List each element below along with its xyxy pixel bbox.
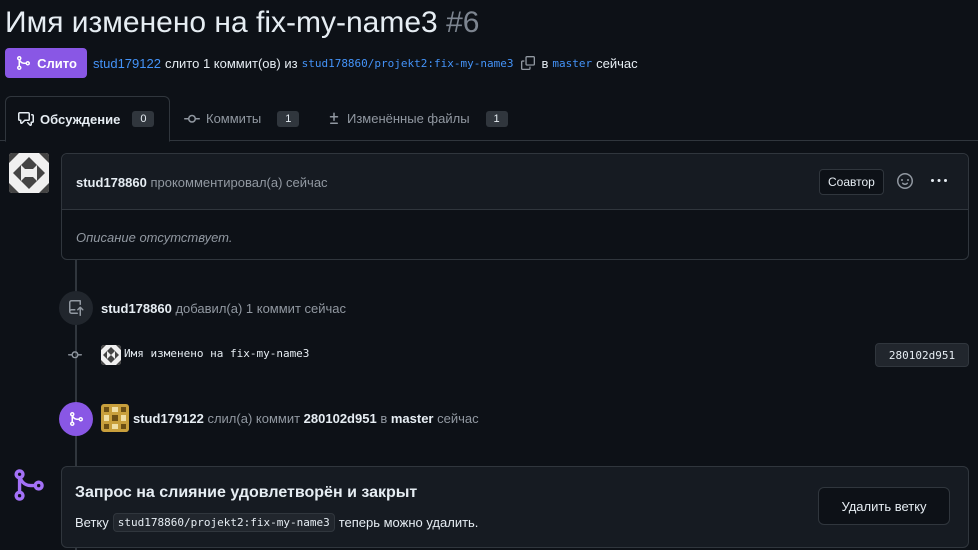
comment-action: прокомментировал(а) сейчас	[150, 175, 328, 190]
head-branch-link[interactable]: stud178860/projekt2:fix-my-name3	[302, 57, 514, 70]
merged-status-badge: Слито	[5, 48, 87, 78]
tab-conversation[interactable]: Обсуждение 0	[5, 96, 170, 142]
merged-description: Ветку stud178860/projekt2:fix-my-name3 т…	[75, 513, 478, 532]
merge-action: слил(а) коммит	[207, 411, 301, 426]
comment-card: stud178860 прокомментировал(а) сейчас Со…	[61, 153, 969, 260]
comment-header: stud178860 прокомментировал(а) сейчас Со…	[62, 154, 968, 210]
comment-author[interactable]: stud178860	[76, 175, 147, 190]
merger-link[interactable]: stud179122	[93, 56, 161, 71]
pr-tabs: Обсуждение 0 Коммиты 1 Изменённые файлы …	[0, 96, 978, 142]
repo-push-icon	[59, 291, 93, 325]
merge-branch[interactable]: master	[391, 411, 434, 426]
git-commit-icon	[68, 351, 82, 359]
avatar[interactable]	[101, 345, 121, 365]
push-action: добавил(а) 1 коммит сейчас	[175, 301, 347, 316]
base-branch-link[interactable]: master	[552, 57, 592, 70]
tab-counter: 1	[485, 110, 508, 127]
push-author[interactable]: stud178860	[101, 301, 172, 316]
git-merge-icon	[14, 469, 44, 501]
merged-text: слито 1 коммит(ов) из	[164, 55, 298, 71]
desc-prefix: Ветку	[75, 515, 109, 530]
avatar[interactable]	[9, 153, 49, 193]
merged-status-box: Запрос на слияние удовлетворён и закрыт …	[61, 466, 969, 548]
git-merge-icon	[59, 402, 93, 436]
commit-sha-button[interactable]: 280102d951	[875, 343, 969, 367]
tab-label: Коммиты	[206, 111, 262, 126]
into-text: в	[541, 55, 549, 71]
comment-author-line: stud178860 прокомментировал(а) сейчас	[76, 175, 328, 190]
merged-title: Запрос на слияние удовлетворён и закрыт	[75, 484, 418, 501]
push-event-text: stud178860 добавил(а) 1 коммит сейчас	[101, 301, 346, 316]
merge-meta-line: stud179122 слито 1 коммит(ов) из stud178…	[93, 55, 638, 71]
copy-icon[interactable]	[520, 55, 536, 71]
commit-message-link[interactable]: Имя изменено на fix-my-name3	[124, 347, 309, 360]
merge-into: в	[380, 411, 388, 426]
pr-title-text: Имя изменено на fix-my-name3	[5, 6, 438, 39]
tab-commits[interactable]: Коммиты 1	[172, 96, 311, 141]
smiley-icon[interactable]	[895, 171, 915, 191]
git-commit-icon	[184, 114, 200, 123]
coauthor-badge: Соавтор	[819, 169, 884, 195]
page-title: Имя изменено на fix-my-name3 #6	[5, 4, 479, 42]
tab-counter: 1	[277, 110, 300, 127]
tab-files-changed[interactable]: Изменённые файлы 1	[315, 96, 520, 141]
tab-counter: 0	[132, 111, 155, 127]
avatar[interactable]	[101, 404, 129, 432]
git-merge-icon	[17, 56, 31, 70]
merge-author[interactable]: stud179122	[133, 411, 204, 426]
merge-time: сейчас	[596, 55, 638, 71]
delete-branch-button[interactable]: Удалить ветку	[818, 487, 950, 525]
merge-sha-link[interactable]: 280102d951	[304, 411, 377, 426]
status-badge-label: Слито	[37, 55, 77, 71]
kebab-horizontal-icon[interactable]	[928, 171, 950, 191]
branch-name: stud178860/projekt2:fix-my-name3	[112, 513, 335, 532]
tab-label: Обсуждение	[40, 111, 121, 127]
pr-number: #6	[446, 6, 480, 39]
comment-body: Описание отсутствует.	[76, 230, 233, 245]
desc-suffix: теперь можно удалить.	[338, 515, 479, 530]
merge-event-text: stud179122 слил(а) коммит 280102d951 в m…	[133, 411, 479, 426]
diff-icon	[329, 112, 339, 124]
merge-time: сейчас	[437, 411, 479, 426]
tab-label: Изменённые файлы	[347, 111, 470, 126]
comment-discussion-icon	[18, 112, 34, 126]
